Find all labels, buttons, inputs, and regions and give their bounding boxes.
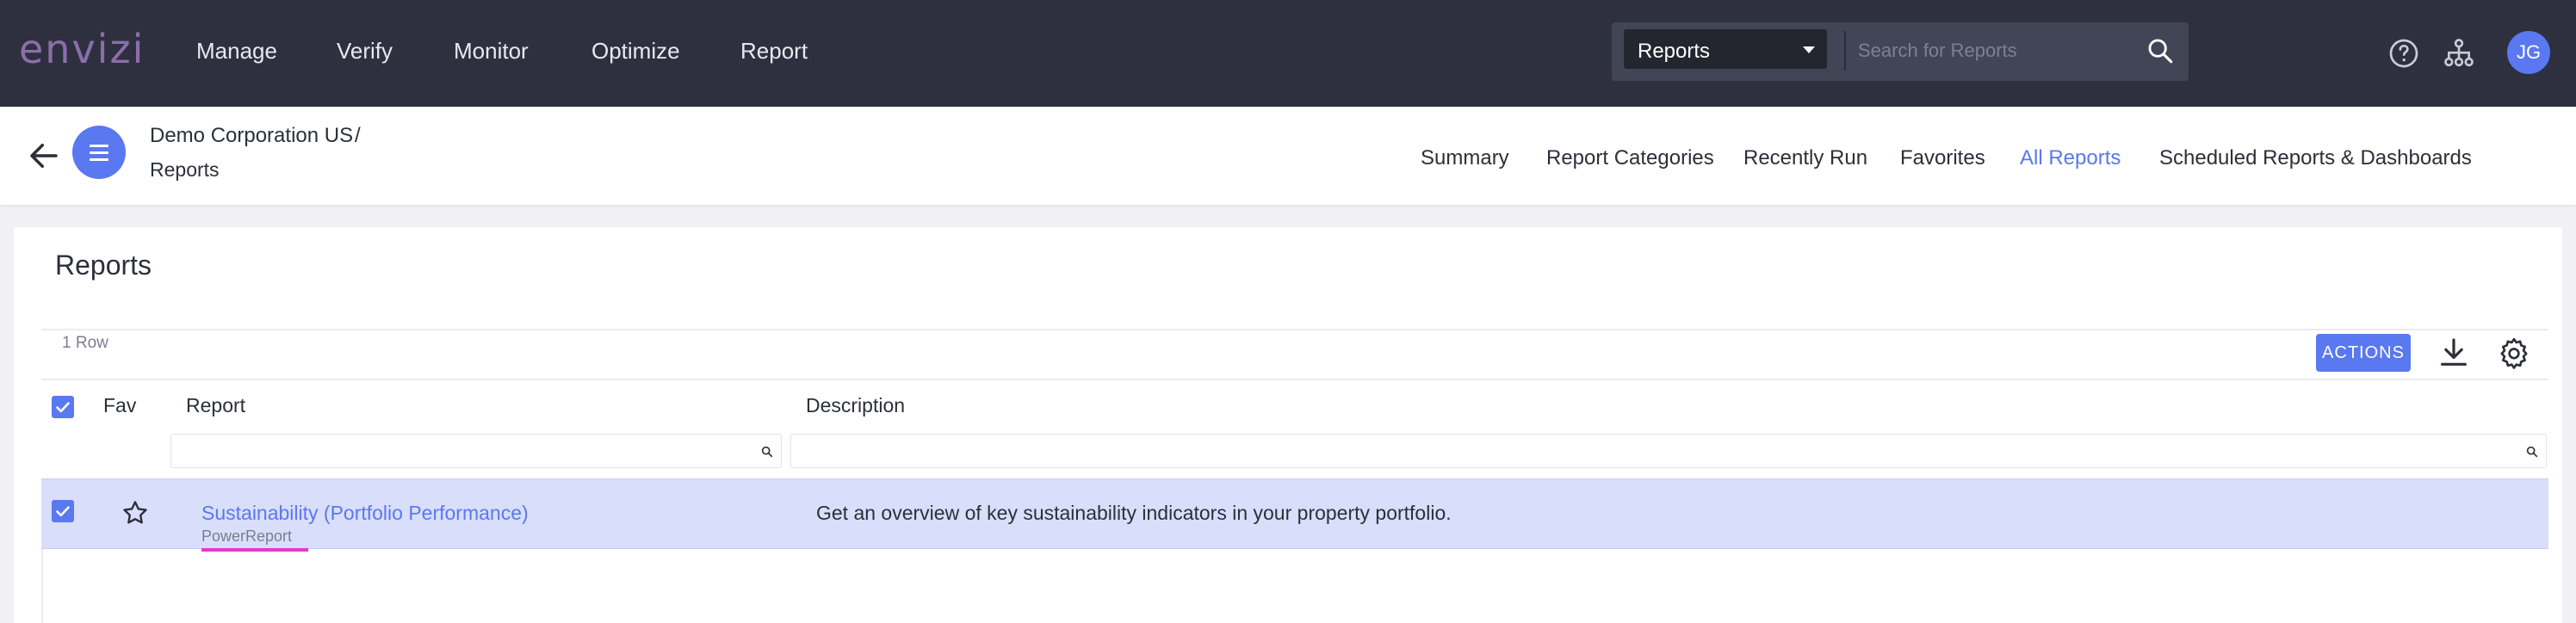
nav-manage[interactable]: Manage [196,38,277,65]
global-search: Reports [1612,22,2189,81]
column-header-description[interactable]: Description [806,394,905,417]
back-arrow-icon[interactable] [26,138,62,174]
actions-button[interactable]: ACTIONS [2316,334,2411,372]
filter-search-icon [2526,446,2538,458]
top-navigation-bar: envizi Manage Verify Monitor Optimize Re… [0,0,2576,107]
divider [41,329,2548,330]
tab-favorites[interactable]: Favorites [1900,146,1985,170]
menu-button[interactable] [72,126,126,179]
report-filter-input[interactable] [170,434,782,468]
table-border-left [41,549,43,623]
highlight-underline [201,548,308,552]
tab-summary[interactable]: Summary [1421,146,1509,170]
user-avatar[interactable]: JG [2507,31,2550,74]
page-subheader: Demo Corporation US / Reports Summary Re… [0,107,2576,205]
breadcrumb-separator: / [355,124,361,147]
breadcrumb-parent[interactable]: Demo Corporation US [150,124,353,148]
description-filter-input[interactable] [790,434,2547,468]
search-scope-value: Reports [1638,40,1711,63]
column-header-fav[interactable]: Fav [103,394,136,417]
org-hierarchy-icon[interactable] [2442,36,2476,71]
download-icon[interactable] [2437,336,2471,370]
table-row[interactable]: Sustainability (Portfolio Performance) P… [41,478,2548,552]
search-icon[interactable] [2146,36,2175,65]
report-type-label: PowerReport [201,527,293,545]
search-scope-select[interactable]: Reports [1624,29,1827,69]
nav-report[interactable]: Report [740,38,808,65]
search-input[interactable] [1856,31,2115,71]
check-icon [56,402,70,413]
envizi-logo[interactable]: envizi [19,26,145,72]
hamburger-icon [90,145,108,147]
select-all-checkbox[interactable] [52,396,74,418]
report-name-link[interactable]: Sustainability (Portfolio Performance) [201,502,529,525]
tab-report-categories[interactable]: Report Categories [1546,146,1714,170]
caret-down-icon [1803,46,1815,53]
tab-scheduled-reports[interactable]: Scheduled Reports & Dashboards [2159,146,2472,170]
filter-search-icon [761,446,773,458]
nav-optimize[interactable]: Optimize [591,38,680,65]
report-description: Get an overview of key sustainability in… [816,502,1452,524]
tab-all-reports[interactable]: All Reports [2020,146,2121,170]
tab-recently-run[interactable]: Recently Run [1743,146,1867,170]
search-divider [1844,31,1846,71]
column-header-report[interactable]: Report [186,394,245,417]
breadcrumb-current: Reports [150,158,220,181]
row-count: 1 Row [62,334,108,352]
check-icon [56,506,70,517]
row-checkbox[interactable] [52,500,74,522]
nav-monitor[interactable]: Monitor [454,38,529,65]
help-icon[interactable] [2387,36,2421,71]
reports-card: Reports 1 Row ACTIONS Fav Report Descrip… [14,227,2562,623]
settings-gear-icon[interactable] [2497,336,2531,370]
table-border [41,379,2548,380]
page-title: Reports [55,250,152,281]
nav-verify[interactable]: Verify [337,38,393,65]
favorite-star-icon[interactable] [121,498,150,527]
